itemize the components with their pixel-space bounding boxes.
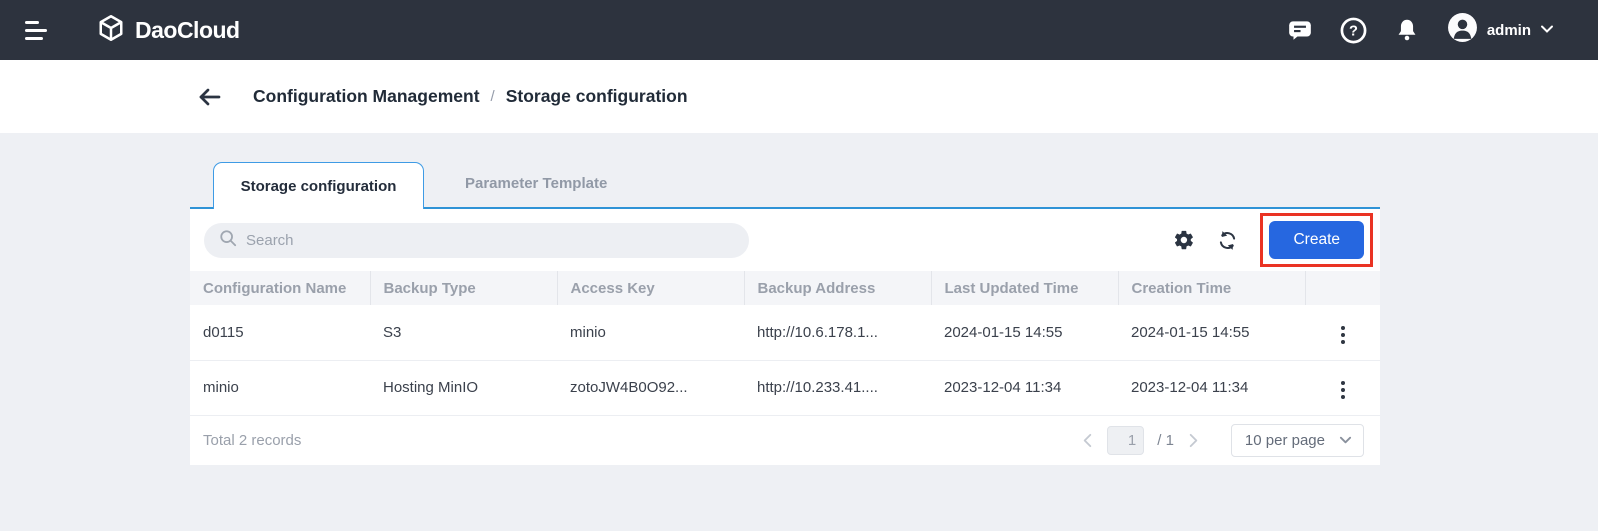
- annotation-highlight-box: Create: [1260, 213, 1373, 267]
- breadcrumb-item-storage-configuration[interactable]: Storage configuration: [506, 86, 688, 107]
- column-header-backup-type: Backup Type: [369, 271, 557, 305]
- chevron-down-icon: [1339, 432, 1352, 449]
- column-header-creation-time: Creation Time: [1117, 271, 1305, 305]
- chevron-down-icon: [1540, 21, 1554, 39]
- previous-page-icon[interactable]: [1081, 433, 1094, 448]
- tab-storage-configuration[interactable]: Storage configuration: [213, 162, 424, 209]
- cell-creation-time: 2023-12-04 11:34: [1118, 360, 1305, 416]
- gear-icon[interactable]: [1173, 229, 1195, 251]
- search-input[interactable]: [246, 231, 734, 249]
- table-toolbar: Create: [190, 209, 1380, 271]
- tab-parameter-template[interactable]: Parameter Template: [424, 160, 648, 207]
- navbar-right: ? admin: [1287, 12, 1554, 48]
- refresh-icon[interactable]: [1216, 229, 1239, 252]
- table-header-row: Configuration Name Backup Type Access Ke…: [190, 271, 1380, 305]
- brand-name: DaoCloud: [135, 16, 240, 43]
- chat-icon[interactable]: [1287, 17, 1313, 43]
- user-menu[interactable]: admin: [1447, 12, 1554, 48]
- table-row: d0115 S3 minio http://10.6.178.1... 2024…: [190, 305, 1380, 361]
- page-size-select[interactable]: 10 per page: [1230, 423, 1364, 457]
- cell-access-key: minio: [557, 305, 744, 361]
- table-footer: Total 2 records / 1 10 per page: [190, 416, 1380, 465]
- cell-access-key: zotoJW4B0O92...: [557, 360, 744, 416]
- help-icon[interactable]: ?: [1340, 17, 1367, 44]
- total-records-label: Total 2 records: [203, 431, 302, 449]
- daocloud-cube-icon: [96, 13, 126, 48]
- back-arrow-icon[interactable]: [197, 86, 222, 108]
- table-row: minio Hosting MinIO zotoJW4B0O92... http…: [190, 360, 1380, 416]
- create-button[interactable]: Create: [1269, 221, 1364, 259]
- page-number-input[interactable]: [1107, 425, 1145, 455]
- row-actions-kebab-icon[interactable]: [1333, 377, 1353, 403]
- breadcrumb-item-configuration-management[interactable]: Configuration Management: [253, 86, 480, 107]
- storage-configuration-panel: Create Configuration Name Backup Type Ac…: [190, 207, 1380, 465]
- avatar: [1447, 12, 1478, 48]
- cell-backup-type: S3: [370, 305, 557, 361]
- cell-backup-address: http://10.233.41....: [744, 360, 931, 416]
- pagination: / 1 10 per page: [1081, 423, 1364, 457]
- row-actions-kebab-icon[interactable]: [1333, 322, 1353, 348]
- cell-backup-type: Hosting MinIO: [370, 360, 557, 416]
- breadcrumb-separator: /: [490, 88, 495, 105]
- breadcrumb: Configuration Management / Storage confi…: [253, 86, 688, 107]
- breadcrumb-bar: Configuration Management / Storage confi…: [0, 60, 1598, 133]
- hamburger-menu-icon[interactable]: [25, 20, 47, 40]
- cell-last-updated-time: 2023-12-04 11:34: [931, 360, 1118, 416]
- cell-configuration-name: d0115: [190, 305, 370, 361]
- toolbar-actions: Create: [1173, 213, 1373, 267]
- top-navbar: DaoCloud ? admin: [0, 0, 1598, 60]
- page-size-value: 10 per page: [1244, 431, 1325, 449]
- cell-configuration-name: minio: [190, 360, 370, 416]
- column-header-access-key: Access Key: [556, 271, 744, 305]
- cell-last-updated-time: 2024-01-15 14:55: [931, 305, 1118, 361]
- column-header-actions: [1304, 271, 1380, 305]
- tab-bar: Storage configuration Parameter Template: [213, 160, 1598, 209]
- column-header-configuration-name: Configuration Name: [190, 271, 370, 305]
- bell-icon[interactable]: [1394, 17, 1420, 43]
- column-header-backup-address: Backup Address: [743, 271, 931, 305]
- cell-creation-time: 2024-01-15 14:55: [1118, 305, 1305, 361]
- storage-config-table: Configuration Name Backup Type Access Ke…: [190, 271, 1380, 416]
- user-name: admin: [1486, 21, 1531, 39]
- search-icon: [219, 229, 237, 252]
- next-page-icon[interactable]: [1187, 433, 1200, 448]
- search-box[interactable]: [204, 222, 749, 258]
- daocloud-logo[interactable]: DaoCloud: [96, 13, 240, 48]
- cell-backup-address: http://10.6.178.1...: [744, 305, 931, 361]
- svg-text:?: ?: [1349, 23, 1358, 39]
- column-header-last-updated-time: Last Updated Time: [930, 271, 1118, 305]
- page-total-label: / 1: [1157, 431, 1174, 449]
